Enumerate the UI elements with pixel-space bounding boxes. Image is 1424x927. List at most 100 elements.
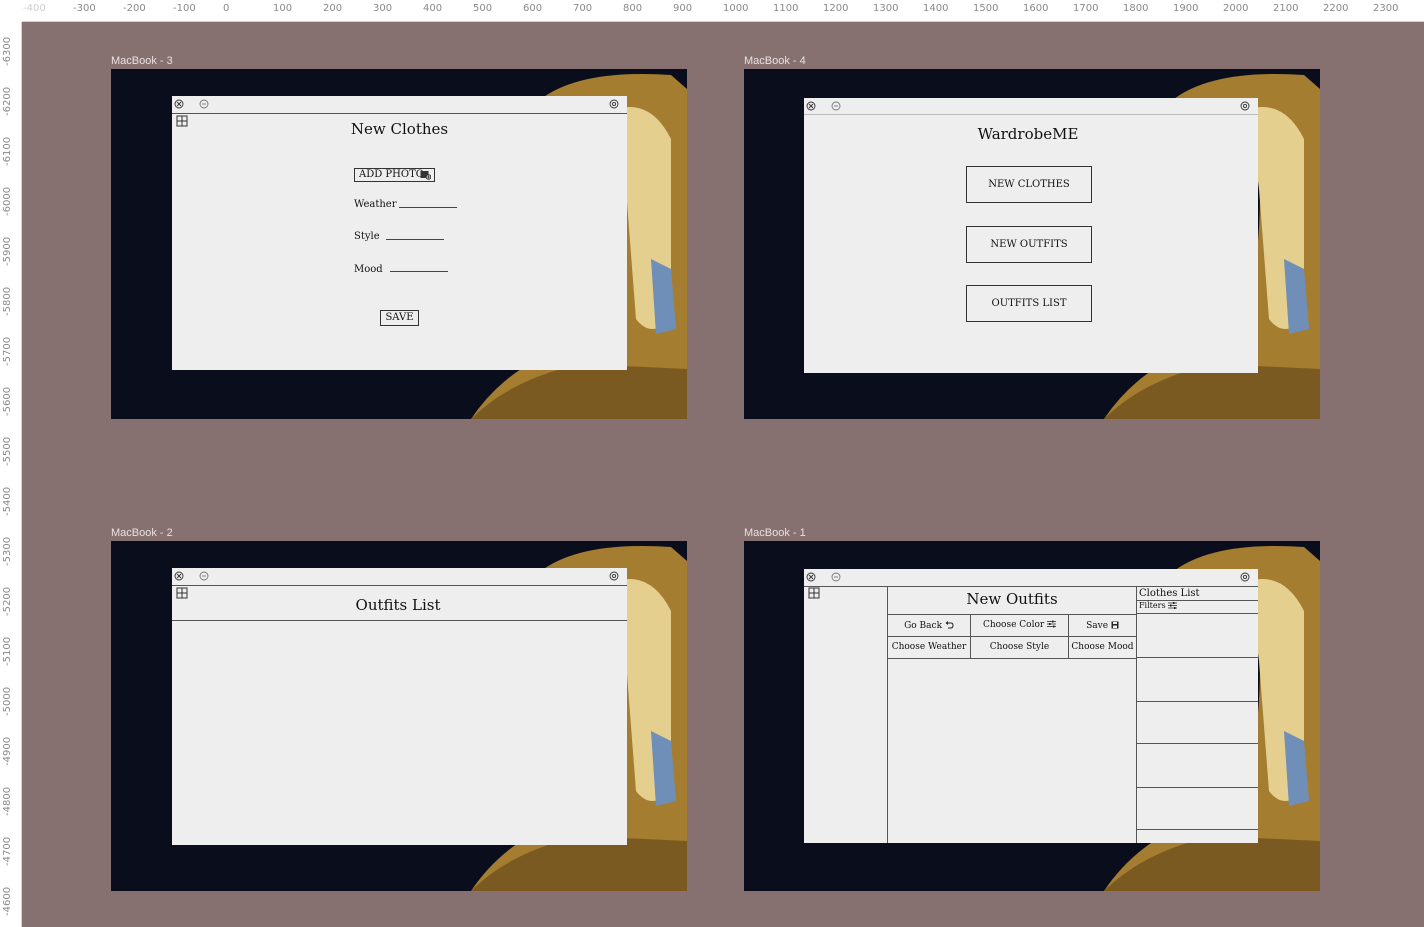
close-icon[interactable] <box>806 101 816 111</box>
ruler-y-label: -5800 <box>2 286 13 316</box>
filters-button[interactable]: Filters <box>1139 601 1178 610</box>
toolbar-top-divider <box>887 614 1137 615</box>
settings-icon[interactable] <box>609 571 619 581</box>
app-title: WardrobeME <box>977 125 1079 143</box>
ruler-y-label: -6200 <box>2 86 13 116</box>
choose-mood-button[interactable]: Choose Mood <box>1069 642 1136 652</box>
minimize-icon[interactable] <box>199 99 209 109</box>
ruler-x-label: -300 <box>73 3 96 14</box>
minimize-icon[interactable] <box>199 571 209 581</box>
save-button[interactable]: Save <box>1069 621 1136 631</box>
toolbar-bottom-divider <box>887 658 1137 659</box>
frame-label-macbook-2[interactable]: MacBook - 2 <box>111 527 173 539</box>
weather-label: Weather <box>354 199 397 210</box>
undo-icon <box>945 621 954 629</box>
choose-style-button[interactable]: Choose Style <box>971 642 1068 652</box>
header-divider <box>172 620 627 621</box>
page-title: New Outfits <box>966 590 1058 608</box>
close-icon[interactable] <box>806 572 816 582</box>
frame-macbook-2[interactable]: Outfits List <box>111 541 687 891</box>
ruler-y-label: -6000 <box>2 186 13 216</box>
settings-icon[interactable] <box>1240 572 1250 582</box>
ruler-x-label: 1400 <box>923 3 949 14</box>
add-photo-button[interactable]: ADD PHOTO <box>354 168 435 182</box>
sidebar-toggle-icon[interactable] <box>808 587 820 599</box>
ruler-y-label: -5200 <box>2 586 13 616</box>
ruler-y-label: -5500 <box>2 436 13 466</box>
filter-sliders-icon <box>1168 602 1178 609</box>
choose-color-button[interactable]: Choose Color <box>971 620 1068 630</box>
minimize-icon[interactable] <box>831 101 841 111</box>
clothes-list-title: Clothes List <box>1139 588 1200 599</box>
ruler-x-label: 400 <box>423 3 443 14</box>
add-photo-icon <box>420 171 431 180</box>
style-label: Style <box>354 231 380 242</box>
clothes-list-item[interactable] <box>1137 744 1258 787</box>
ruler-x-label: 900 <box>673 3 693 14</box>
ruler-x-label: 700 <box>573 3 593 14</box>
add-photo-label: ADD PHOTO <box>359 169 424 180</box>
frame-macbook-4[interactable]: WardrobeME NEW CLOTHES NEW OUTFITS OUTFI… <box>744 69 1320 419</box>
frame-label-macbook-1[interactable]: MacBook - 1 <box>744 527 806 539</box>
ruler-y-label: -6300 <box>2 36 13 66</box>
frame-macbook-1[interactable]: New Outfits Go Back Choose Color Save Ch… <box>744 541 1320 891</box>
mood-field[interactable] <box>390 271 448 272</box>
mood-label: Mood <box>354 264 383 275</box>
window-titlebar <box>804 569 1258 587</box>
new-outfits-button[interactable]: NEW OUTFITS <box>966 226 1092 263</box>
choose-weather-button[interactable]: Choose Weather <box>888 642 970 652</box>
ruler-y-label: -5600 <box>2 386 13 416</box>
app-window-outfits-list: Outfits List <box>172 568 627 845</box>
ruler-x-label: -100 <box>173 3 196 14</box>
ruler-x-label: 1900 <box>1173 3 1199 14</box>
vertical-ruler: -6300 -6200 -6100 -6000 -5900 -5800 -5700 -5600… <box>0 22 22 927</box>
ruler-x-label: 1200 <box>823 3 849 14</box>
frame-label-macbook-3[interactable]: MacBook - 3 <box>111 55 173 67</box>
settings-icon[interactable] <box>609 99 619 109</box>
ruler-x-label: 1500 <box>973 3 999 14</box>
toolbar-mid-divider <box>887 636 1137 637</box>
ruler-x-label: 1700 <box>1073 3 1099 14</box>
settings-icon[interactable] <box>1240 101 1250 111</box>
frame-macbook-3[interactable]: New Clothes ADD PHOTO Weather Style Mood… <box>111 69 687 419</box>
ruler-y-label: -6100 <box>2 136 13 166</box>
ruler-x-label: 2300 <box>1373 3 1399 14</box>
window-titlebar <box>172 568 627 586</box>
save-button[interactable]: SAVE <box>380 310 419 326</box>
ruler-x-label: 100 <box>273 3 293 14</box>
clothes-list-divider-5 <box>1136 829 1258 830</box>
clothes-list-item[interactable] <box>1137 614 1258 657</box>
clothes-list-item[interactable] <box>1137 702 1258 743</box>
app-window-new-clothes: New Clothes ADD PHOTO Weather Style Mood… <box>172 96 627 370</box>
save-label: Save <box>1086 621 1109 631</box>
clothes-list-item[interactable] <box>1137 658 1258 701</box>
ruler-y-label: -5100 <box>2 636 13 666</box>
new-clothes-button[interactable]: NEW CLOTHES <box>966 166 1092 203</box>
close-icon[interactable] <box>174 99 184 109</box>
frame-label-macbook-4[interactable]: MacBook - 4 <box>744 55 806 67</box>
outfits-list-button[interactable]: OUTFITS LIST <box>966 285 1092 322</box>
ruler-y-label: -4900 <box>2 736 13 766</box>
close-icon[interactable] <box>174 571 184 581</box>
ruler-x-label: 1000 <box>723 3 749 14</box>
save-icon <box>1111 621 1119 629</box>
minimize-icon[interactable] <box>831 572 841 582</box>
page-title: Outfits List <box>355 596 441 614</box>
page-title: New Clothes <box>350 120 449 138</box>
ruler-x-label: -400 <box>23 3 46 14</box>
ruler-x-label: 1300 <box>873 3 899 14</box>
ruler-y-label: -5000 <box>2 686 13 716</box>
app-window-home: WardrobeME NEW CLOTHES NEW OUTFITS OUTFI… <box>804 98 1258 373</box>
style-field[interactable] <box>386 239 444 240</box>
titlebar-divider <box>804 114 1258 115</box>
ruler-y-label: -5900 <box>2 236 13 266</box>
sliders-icon <box>1047 620 1057 628</box>
ruler-y-label: -4700 <box>2 836 13 866</box>
ruler-y-label: -5700 <box>2 336 13 366</box>
go-back-button[interactable]: Go Back <box>888 621 970 631</box>
weather-field[interactable] <box>399 207 457 208</box>
ruler-x-label: 2000 <box>1223 3 1249 14</box>
ruler-corner <box>0 0 22 22</box>
clothes-list-item[interactable] <box>1137 788 1258 829</box>
ruler-x-label: 200 <box>323 3 343 14</box>
